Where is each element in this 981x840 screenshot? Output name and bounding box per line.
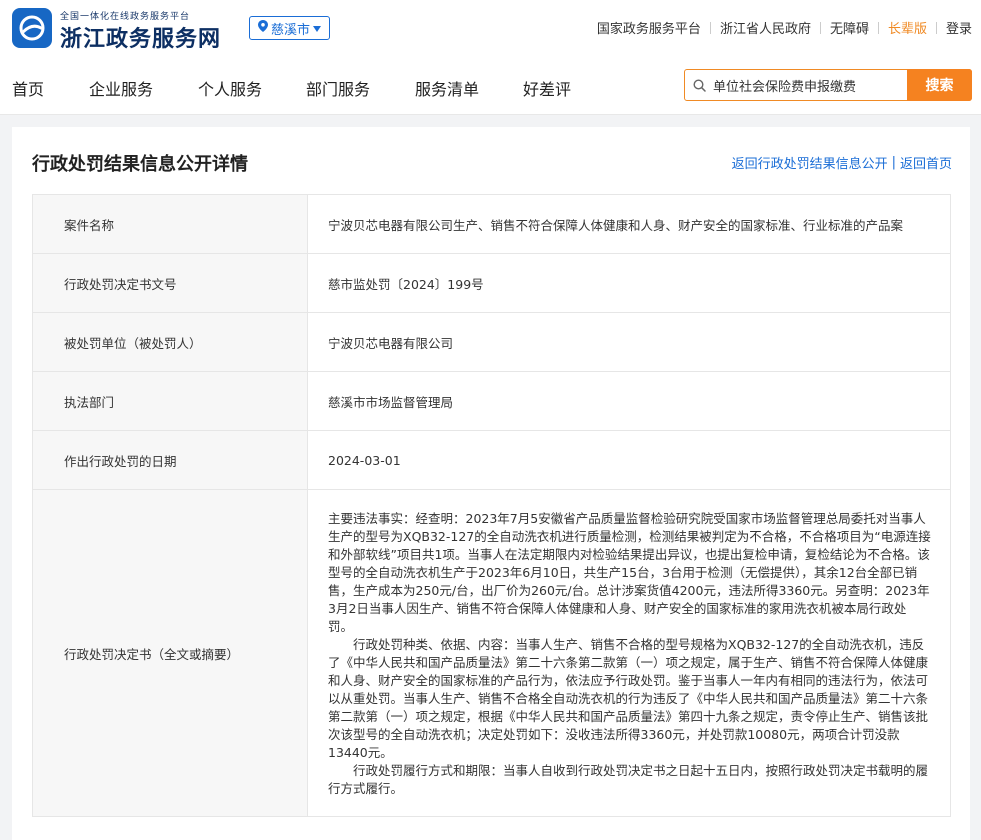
search-icon — [685, 78, 713, 92]
case-name-label: 案件名称 — [32, 194, 308, 254]
doc-no-value: 慈市监处罚〔2024〕199号 — [307, 253, 951, 313]
doc-no-label: 行政处罚决定书文号 — [32, 253, 308, 313]
link-accessibility[interactable]: 无障碍 — [830, 18, 869, 37]
party-value: 宁波贝芯电器有限公司 — [307, 312, 951, 372]
link-national-platform[interactable]: 国家政务服务平台 — [597, 18, 701, 37]
search-box: 搜索 — [684, 69, 972, 101]
divider — [709, 21, 711, 34]
party-label: 被处罚单位（被处罚人） — [32, 312, 308, 372]
search-input[interactable] — [713, 77, 903, 93]
table-row: 行政处罚决定书文号 慈市监处罚〔2024〕199号 — [32, 253, 951, 313]
top-links: 国家政务服务平台 浙江省人民政府 无障碍 长辈版 登录 — [597, 18, 972, 37]
date-value: 2024-03-01 — [307, 430, 951, 490]
nav-personal[interactable]: 个人服务 — [198, 76, 262, 100]
nav-department[interactable]: 部门服务 — [306, 76, 370, 100]
case-name-value: 宁波贝芯电器有限公司生产、销售不符合保障人体健康和人身、财产安全的国家标准、行业… — [307, 194, 951, 254]
search-button[interactable]: 搜索 — [907, 69, 972, 101]
divider — [877, 21, 879, 34]
link-login[interactable]: 登录 — [946, 18, 972, 37]
table-row: 作出行政处罚的日期 2024-03-01 — [32, 430, 951, 490]
table-row: 案件名称 宁波贝芯电器有限公司生产、销售不符合保障人体健康和人身、财产安全的国家… — [32, 194, 951, 254]
main-nav: 首页 企业服务 个人服务 部门服务 服务清单 好差评 搜索 — [0, 56, 981, 115]
date-label: 作出行政处罚的日期 — [32, 430, 308, 490]
summary-paragraph: 主要违法事实：经查明：2023年7月5安徽省产品质量监督检验研究院受国家市场监督… — [328, 511, 931, 634]
summary-paragraph: 行政处罚种类、依据、内容：当事人生产、销售不合格的型号规格为XQB32-127的… — [328, 637, 929, 760]
breadcrumb: 返回行政处罚结果信息公开 | 返回首页 — [732, 153, 952, 172]
summary-value: 主要违法事实：经查明：2023年7月5安徽省产品质量监督检验研究院受国家市场监督… — [307, 489, 951, 817]
chevron-down-icon — [313, 21, 322, 36]
table-row: 执法部门 慈溪市市场监督管理局 — [32, 371, 951, 431]
dept-value: 慈溪市市场监督管理局 — [307, 371, 951, 431]
table-row: 被处罚单位（被处罚人） 宁波贝芯电器有限公司 — [32, 312, 951, 372]
region-label: 慈溪市 — [271, 22, 311, 38]
brand-title[interactable]: 浙江政务服务网 — [60, 21, 221, 53]
summary-paragraph: 行政处罚履行方式和期限：当事人自收到行政处罚决定书之日起十五日内，按照行政处罚决… — [328, 763, 929, 796]
summary-label: 行政处罚决定书（全文或摘要） — [32, 489, 308, 817]
divider — [935, 21, 937, 34]
page-title: 行政处罚结果信息公开详情 — [32, 154, 248, 175]
table-row: 行政处罚决定书（全文或摘要） 主要违法事实：经查明：2023年7月5安徽省产品质… — [32, 489, 951, 817]
dept-label: 执法部门 — [32, 371, 308, 431]
link-elder-mode[interactable]: 长辈版 — [888, 18, 927, 37]
location-pin-icon — [258, 20, 268, 36]
nav-service-list[interactable]: 服务清单 — [415, 76, 479, 100]
breadcrumb-separator: | — [891, 155, 896, 170]
top-header: 全国一体化在线政务服务平台 浙江政务服务网 慈溪市 国家政务服务平台 浙江省人民… — [0, 0, 981, 56]
nav-evaluation[interactable]: 好差评 — [523, 76, 571, 100]
nav-enterprise[interactable]: 企业服务 — [89, 76, 153, 100]
back-to-list-link[interactable]: 返回行政处罚结果信息公开 — [732, 153, 888, 172]
logo-icon[interactable] — [12, 8, 52, 48]
detail-table: 案件名称 宁波贝芯电器有限公司生产、销售不符合保障人体健康和人身、财产安全的国家… — [32, 194, 951, 817]
back-home-link[interactable]: 返回首页 — [900, 153, 952, 172]
region-selector[interactable]: 慈溪市 — [249, 16, 331, 40]
link-province-gov[interactable]: 浙江省人民政府 — [720, 18, 811, 37]
nav-home[interactable]: 首页 — [12, 76, 44, 100]
divider — [819, 21, 821, 34]
detail-panel: 行政处罚结果信息公开详情 返回行政处罚结果信息公开 | 返回首页 案件名称 宁波… — [12, 127, 970, 840]
